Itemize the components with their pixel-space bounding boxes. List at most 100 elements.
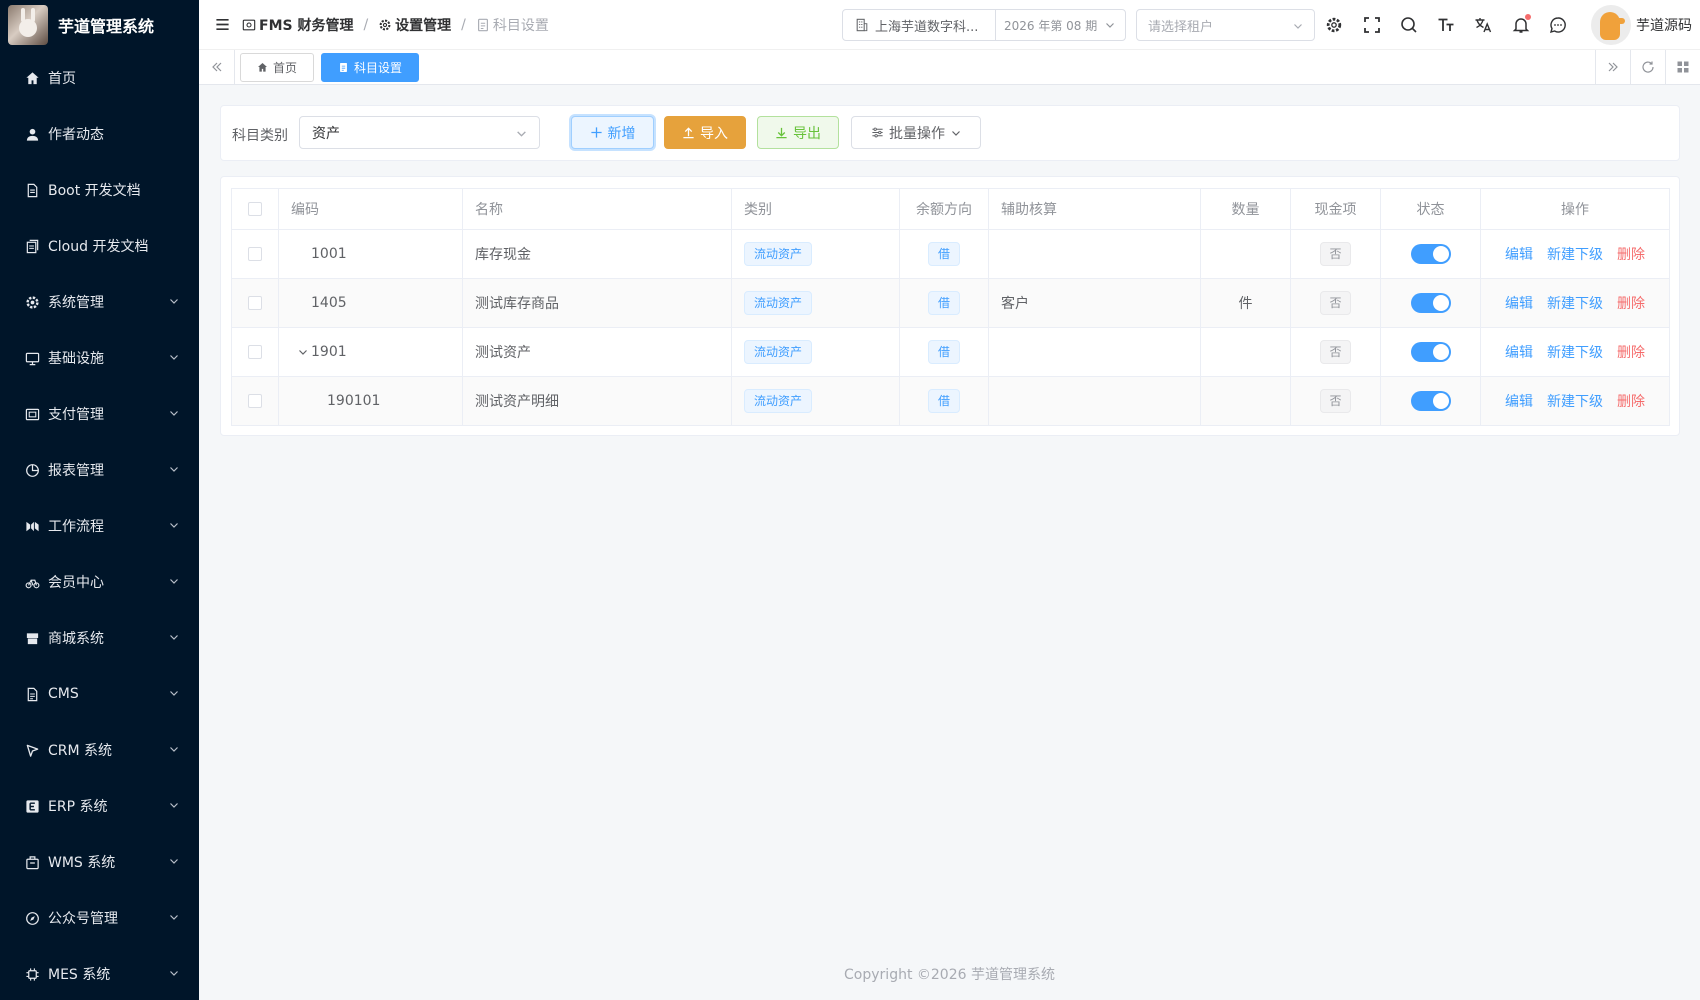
sidebar-item-system[interactable]: 系统管理 [0,274,199,330]
direction-cell: 借 [899,229,989,279]
sidebar-item-label: 系统管理 [48,295,104,311]
monitor-icon [24,350,40,366]
fullscreen-icon[interactable] [1362,15,1382,35]
avatar[interactable] [1591,5,1631,45]
notification-dot [1525,14,1531,20]
sidebar-item-wms[interactable]: WMS 系统 [0,834,199,890]
actions-cell: 编辑 新建下级 删除 [1480,278,1670,328]
gear-icon [24,294,40,310]
sidebar-item-cloud-docs[interactable]: Cloud 开发文档 [0,218,199,274]
settings-gear-icon[interactable] [1324,15,1344,35]
select-all-checkbox[interactable] [248,202,262,216]
status-cell [1380,376,1481,426]
scroll-right-icon[interactable] [1595,50,1630,84]
sidebar-item-home[interactable]: 首页 [0,50,199,106]
category-select[interactable]: 资产 [299,116,540,149]
workflow-icon [24,518,40,534]
crm-icon [24,742,40,758]
expand-chevron-icon[interactable] [298,347,308,357]
refresh-icon[interactable] [1630,50,1665,84]
top-header: FMS 财务管理 / 设置管理 / 科目设置 上海芋道数字科... 2026 年… [199,0,1700,50]
sidebar-item-erp[interactable]: ERP 系统 [0,778,199,834]
row-checkbox[interactable] [248,394,262,408]
tenant-select[interactable]: 请选择租户 [1136,9,1315,41]
logo-image [8,5,48,45]
add-child-button[interactable]: 新建下级 [1547,244,1603,264]
direction-tag: 借 [927,242,960,266]
cash-cell: 否 [1290,278,1381,328]
compass-icon [24,910,40,926]
user-name[interactable]: 芋道源码 [1636,15,1692,35]
sidebar-item-member[interactable]: 会员中心 [0,554,199,610]
status-toggle[interactable] [1410,293,1451,313]
export-button[interactable]: 导出 [757,116,839,149]
company-period-selector: 上海芋道数字科... 2026 年第 08 期 [842,9,1126,41]
scroll-left-icon[interactable] [199,50,235,84]
account-code: 190101 [327,393,381,409]
tag-home[interactable]: 首页 [240,53,315,82]
delete-button[interactable]: 删除 [1617,293,1645,313]
sidebar-item-pay[interactable]: 支付管理 [0,386,199,442]
delete-button[interactable]: 删除 [1617,342,1645,362]
chevron-down-icon [170,747,178,752]
company-select[interactable]: 上海芋道数字科... [843,10,996,40]
sidebar-item-label: CRM 系统 [48,743,113,759]
payment-icon [24,406,40,422]
sidebar-item-mp[interactable]: 公众号管理 [0,890,199,946]
sidebar-item-label: 会员中心 [48,575,104,591]
import-button[interactable]: 导入 [664,116,746,149]
tags-view-bar: 首页 科目设置 [199,50,1700,85]
row-checkbox[interactable] [248,296,262,310]
chevron-down-icon [1106,23,1115,28]
edit-button[interactable]: 编辑 [1505,342,1533,362]
sidebar-item-mes[interactable]: MES 系统 [0,946,199,1000]
tag-current[interactable]: 科目设置 [321,53,420,82]
delete-button[interactable]: 删除 [1617,391,1645,411]
period-select[interactable]: 2026 年第 08 期 [996,17,1115,34]
row-checkbox[interactable] [248,345,262,359]
delete-button[interactable]: 删除 [1617,244,1645,264]
sidebar-item-label: 商城系统 [48,631,104,647]
add-child-button[interactable]: 新建下级 [1547,293,1603,313]
sidebar-item-infra[interactable]: 基础设施 [0,330,199,386]
col-header-actions: 操作 [1480,188,1670,230]
tag-label: 首页 [273,61,298,75]
home-icon [258,63,267,72]
font-size-icon[interactable] [1436,15,1456,35]
edit-button[interactable]: 编辑 [1505,293,1533,313]
search-icon[interactable] [1399,15,1419,35]
category-label: 科目类别 [232,128,288,144]
breadcrumb-label: FMS 财务管理 [259,17,354,34]
breadcrumb-separator: / [363,16,369,33]
sidebar-item-workflow[interactable]: 工作流程 [0,498,199,554]
logo[interactable]: 芋道管理系统 [0,0,199,50]
breadcrumb-item[interactable]: FMS 财务管理 [242,15,353,35]
status-toggle[interactable] [1410,342,1451,362]
batch-action-button[interactable]: 批量操作 [851,116,981,149]
sidebar-item-report[interactable]: 报表管理 [0,442,199,498]
add-child-button[interactable]: 新建下级 [1547,342,1603,362]
edit-button[interactable]: 编辑 [1505,244,1533,264]
bell-icon[interactable] [1511,14,1531,35]
status-toggle[interactable] [1410,391,1451,411]
grid-menu-icon[interactable] [1665,50,1700,84]
breadcrumb: FMS 财务管理 / 设置管理 / 科目设置 [242,15,549,35]
message-icon[interactable] [1548,15,1568,35]
status-toggle[interactable] [1410,244,1451,264]
breadcrumb-item[interactable]: 设置管理 [378,15,451,35]
sidebar-item-mall[interactable]: 商城系统 [0,610,199,666]
translate-icon[interactable] [1473,15,1493,35]
sidebar-item-boot-docs[interactable]: Boot 开发文档 [0,162,199,218]
period-value: 2026 年第 08 期 [1004,18,1098,33]
sidebar-item-crm[interactable]: CRM 系统 [0,722,199,778]
add-child-button[interactable]: 新建下级 [1547,391,1603,411]
edit-button[interactable]: 编辑 [1505,391,1533,411]
row-checkbox[interactable] [248,247,262,261]
sidebar-item-cms[interactable]: CMS [0,666,199,722]
add-button[interactable]: 新增 [571,116,654,149]
wms-icon [24,854,40,870]
sidebar-item-author[interactable]: 作者动态 [0,106,199,162]
sidebar-item-label: WMS 系统 [48,855,116,871]
menu-toggle-icon[interactable] [212,15,232,35]
chevron-down-icon [170,691,178,696]
